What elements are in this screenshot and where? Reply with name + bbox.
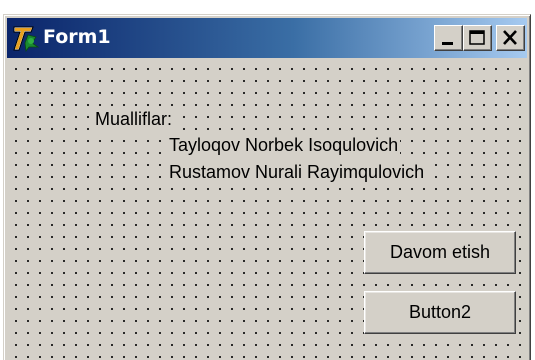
window-title: Form1 [43,26,111,48]
form-client-area: Mualliflar: Tayloqov Norbek Isoqulovich … [7,59,527,360]
minimize-icon [442,42,453,45]
form-window: Form1 Mualliflar: Tayloqov Norbek Isoqul… [3,14,531,360]
author-name-label: Tayloqov Norbek Isoqulovich [167,134,401,156]
button2[interactable]: Button2 [364,291,516,334]
maximize-button[interactable] [463,25,492,51]
author-name-label: Rustamov Nurali Rayimqulovich [167,161,427,183]
authors-heading-label: Mualliflar: [93,108,175,130]
delphi-app-icon [13,26,40,53]
title-bar[interactable]: Form1 [7,18,527,58]
close-button[interactable] [496,25,525,51]
close-icon [503,30,517,45]
maximize-icon [469,30,485,45]
minimize-button[interactable] [434,25,463,51]
continue-button[interactable]: Davom etish [364,231,516,274]
